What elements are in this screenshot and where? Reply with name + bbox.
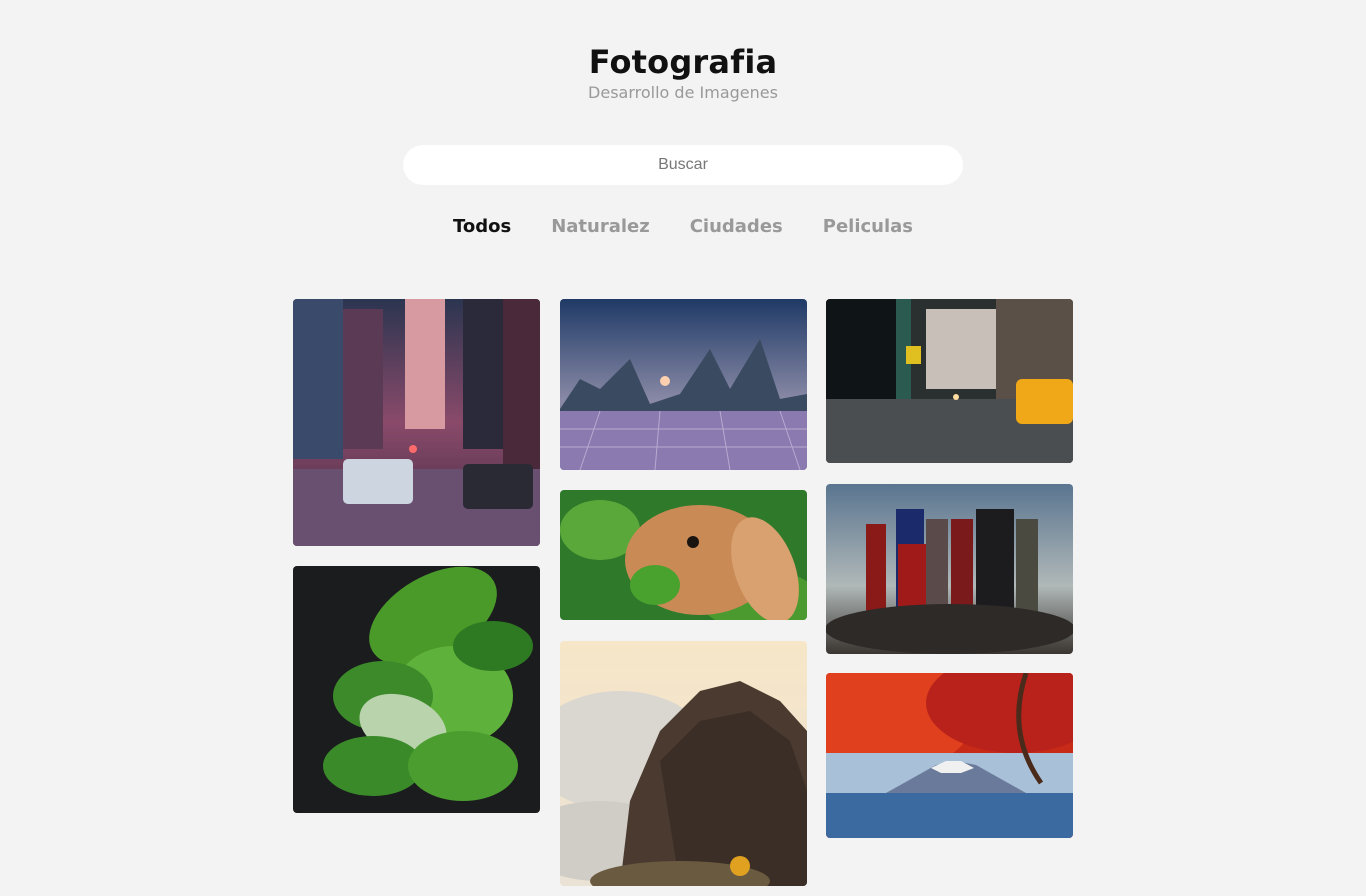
page-title: Fotografia [588,43,778,81]
photo-mountain-clouds[interactable] [560,641,807,886]
photo-city-street[interactable] [293,299,540,546]
photo-red-tree-fuji[interactable] [826,673,1073,838]
search-input[interactable] [403,145,963,185]
photo-rabbit[interactable] [560,490,807,620]
photo-green-leaves[interactable] [293,566,540,813]
photo-futuristic-skyline[interactable] [560,299,807,470]
tab-peliculas[interactable]: Peliculas [823,214,913,240]
photo-rainy-street[interactable] [826,299,1073,463]
tab-ciudades[interactable]: Ciudades [690,214,783,240]
page-subtitle: Desarrollo de Imagenes [588,83,778,102]
photo-superheroes[interactable] [826,484,1073,654]
tab-todos[interactable]: Todos [453,214,511,240]
page-header: Fotografia Desarrollo de Imagenes [0,40,1366,104]
tab-naturalez[interactable]: Naturalez [551,214,650,240]
filter-tabs: Todos Naturalez Ciudades Peliculas [0,214,1366,240]
